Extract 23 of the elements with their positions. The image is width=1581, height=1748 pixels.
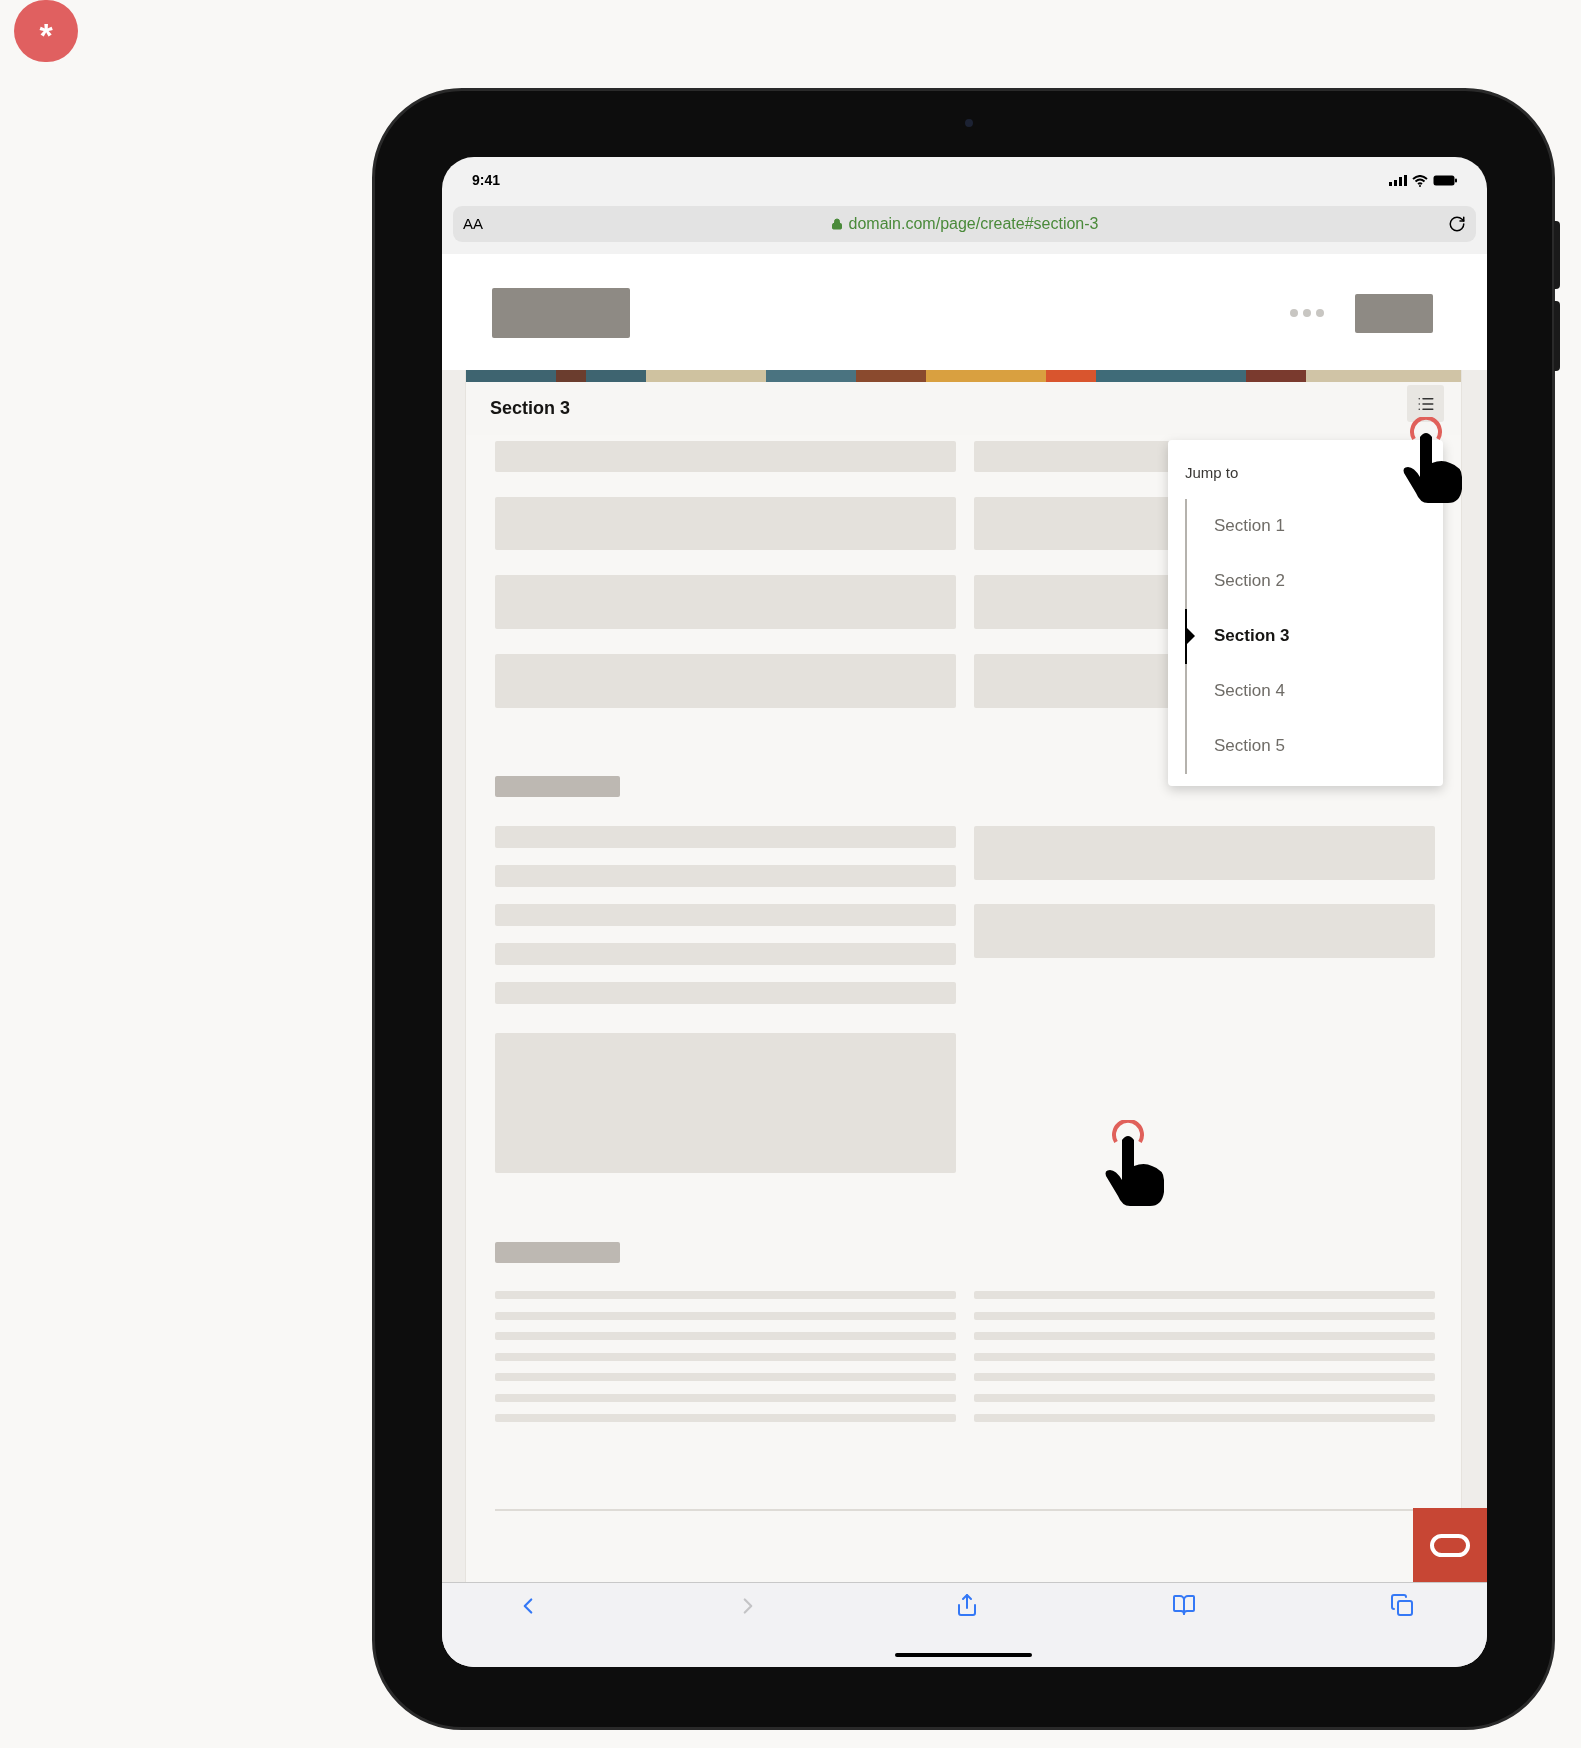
battery-icon (1433, 175, 1457, 186)
reload-icon[interactable] (1448, 215, 1466, 233)
selected-marker-icon (1185, 608, 1195, 664)
address-bar[interactable]: AA domain.com/page/create#section-3 (453, 206, 1476, 242)
oracle-logo-icon (1430, 1533, 1470, 1557)
jump-menu-item[interactable]: Section 3 (1187, 608, 1443, 664)
jump-menu-item[interactable]: Section 5 (1187, 718, 1443, 774)
lock-icon (830, 218, 843, 230)
tabs-icon[interactable] (1390, 1593, 1414, 1617)
url-text: domain.com/page/create#section-3 (848, 214, 1099, 234)
signal-icon (1389, 175, 1407, 186)
jump-menu-item[interactable]: Section 4 (1187, 663, 1443, 719)
jump-menu-button[interactable] (1407, 385, 1444, 422)
text-size-button[interactable]: AA (463, 212, 483, 236)
wifi-icon (1412, 174, 1428, 187)
jump-menu-title: Jump to (1185, 463, 1240, 483)
asterisk-badge[interactable]: * (14, 0, 78, 62)
section-title: Section 3 (490, 397, 571, 420)
jump-menu-item[interactable]: Section 1 (1187, 498, 1443, 554)
status-time: 9:41 (472, 171, 501, 190)
bookmarks-icon[interactable] (1172, 1593, 1197, 1617)
jump-menu-item[interactable]: Section 2 (1187, 553, 1443, 609)
oracle-logo-badge[interactable] (1413, 1508, 1487, 1582)
